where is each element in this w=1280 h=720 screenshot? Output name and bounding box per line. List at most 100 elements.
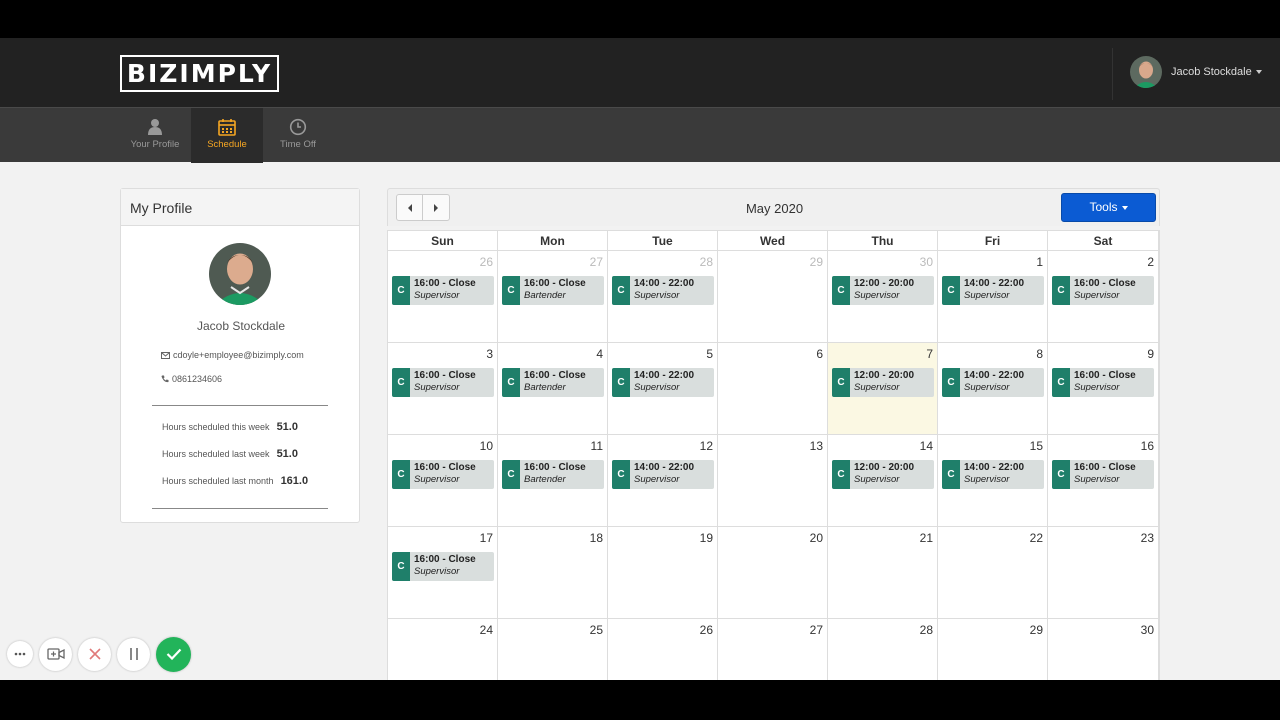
shift-block[interactable]: C 16:00 - Close Supervisor <box>392 460 494 489</box>
calendar-day-cell[interactable]: 19 <box>608 527 718 619</box>
shift-text: 16:00 - Close Supervisor <box>410 552 476 581</box>
shift-tag: C <box>392 368 410 397</box>
calendar-day-cell[interactable]: 2 C 16:00 - Close Supervisor <box>1048 251 1159 343</box>
calendar-day-cell[interactable]: 23 <box>1048 527 1159 619</box>
shift-block[interactable]: C 16:00 - Close Supervisor <box>392 368 494 397</box>
calendar-day-cell[interactable]: 17 C 16:00 - Close Supervisor <box>388 527 498 619</box>
shift-block[interactable]: C 14:00 - 22:00 Supervisor <box>942 276 1044 305</box>
calendar-day-cell[interactable]: 24 <box>388 619 498 680</box>
shift-block[interactable]: C 14:00 - 22:00 Supervisor <box>942 368 1044 397</box>
shift-time: 12:00 - 20:00 <box>854 462 915 473</box>
shift-text: 16:00 - Close Bartender <box>520 276 586 305</box>
shift-block[interactable]: C 16:00 - Close Supervisor <box>1052 368 1154 397</box>
shift-block[interactable]: C 14:00 - 22:00 Supervisor <box>942 460 1044 489</box>
calendar-day-cell[interactable]: 29 <box>938 619 1048 680</box>
day-number: 8 <box>1036 347 1043 361</box>
calendar-day-cell[interactable]: 22 <box>938 527 1048 619</box>
finish-button[interactable] <box>156 636 191 672</box>
calendar-day-cell[interactable]: 26 <box>608 619 718 680</box>
cancel-recording-button[interactable] <box>78 637 111 671</box>
weekday-header: Mon <box>498 231 608 251</box>
camera-button[interactable] <box>39 637 72 671</box>
calendar-day-cell[interactable]: 16 C 16:00 - Close Supervisor <box>1048 435 1159 527</box>
shift-tag: C <box>942 276 960 305</box>
calendar-day-cell[interactable]: 11 C 16:00 - Close Bartender <box>498 435 608 527</box>
calendar-day-cell[interactable]: 8 C 14:00 - 22:00 Supervisor <box>938 343 1048 435</box>
calendar-day-cell[interactable]: 15 C 14:00 - 22:00 Supervisor <box>938 435 1048 527</box>
calendar-toolbar: May 2020 Tools <box>387 188 1160 226</box>
more-icon <box>14 652 26 656</box>
day-number: 13 <box>809 439 823 453</box>
profile-name: Jacob Stockdale <box>196 319 286 333</box>
calendar-day-cell[interactable]: 29 <box>718 251 828 343</box>
calendar-day-cell[interactable]: 30 C 12:00 - 20:00 Supervisor <box>828 251 938 343</box>
calendar-day-cell[interactable]: 1 C 14:00 - 22:00 Supervisor <box>938 251 1048 343</box>
calendar-day-cell[interactable]: 9 C 16:00 - Close Supervisor <box>1048 343 1159 435</box>
bizimply-logo[interactable]: BIZIMPLY <box>120 55 279 92</box>
calendar-day-cell[interactable]: 20 <box>718 527 828 619</box>
user-menu[interactable]: Jacob Stockdale <box>1130 56 1262 88</box>
shift-time: 16:00 - Close <box>1074 370 1136 381</box>
day-number: 21 <box>919 531 933 545</box>
shift-role: Supervisor <box>634 290 680 301</box>
shift-block[interactable]: C 14:00 - 22:00 Supervisor <box>612 368 714 397</box>
day-number: 30 <box>1140 623 1154 637</box>
shift-time: 16:00 - Close <box>414 370 476 381</box>
calendar-day-cell[interactable]: 30 <box>1048 619 1159 680</box>
phone-icon <box>161 375 169 383</box>
calendar-day-cell[interactable]: 25 <box>498 619 608 680</box>
shift-block[interactable]: C 14:00 - 22:00 Supervisor <box>612 460 714 489</box>
calendar-day-cell[interactable]: 28 <box>828 619 938 680</box>
calendar-day-cell[interactable]: 5 C 14:00 - 22:00 Supervisor <box>608 343 718 435</box>
calendar-day-cell[interactable]: 3 C 16:00 - Close Supervisor <box>388 343 498 435</box>
calendar-day-cell[interactable]: 18 <box>498 527 608 619</box>
calendar-day-cell[interactable]: 10 C 16:00 - Close Supervisor <box>388 435 498 527</box>
shift-text: 16:00 - Close Bartender <box>520 368 586 397</box>
stat-last-week: Hours scheduled last week 51.0 <box>162 448 298 460</box>
day-number: 27 <box>589 255 603 269</box>
shift-block[interactable]: C 12:00 - 20:00 Supervisor <box>832 460 934 489</box>
calendar-day-cell[interactable]: 4 C 16:00 - Close Bartender <box>498 343 608 435</box>
calendar-day-cell[interactable]: 21 <box>828 527 938 619</box>
nav-schedule[interactable]: Schedule <box>191 108 263 163</box>
weekday-header: Sat <box>1048 231 1159 251</box>
shift-text: 14:00 - 22:00 Supervisor <box>630 276 694 305</box>
shift-block[interactable]: C 16:00 - Close Bartender <box>502 276 604 305</box>
stat-label: Hours scheduled last week <box>162 449 270 459</box>
shift-block[interactable]: C 16:00 - Close Supervisor <box>1052 460 1154 489</box>
calendar-day-cell[interactable]: 26 C 16:00 - Close Supervisor <box>388 251 498 343</box>
shift-tag: C <box>942 368 960 397</box>
shift-role: Supervisor <box>964 290 1010 301</box>
day-number: 7 <box>926 347 933 361</box>
shift-block[interactable]: C 12:00 - 20:00 Supervisor <box>832 276 934 305</box>
nav-your-profile[interactable]: Your Profile <box>119 108 191 163</box>
calendar-day-cell[interactable]: 27 C 16:00 - Close Bartender <box>498 251 608 343</box>
shift-text: 16:00 - Close Supervisor <box>1070 276 1136 305</box>
shift-block[interactable]: C 16:00 - Close Supervisor <box>1052 276 1154 305</box>
calendar-day-cell[interactable]: 12 C 14:00 - 22:00 Supervisor <box>608 435 718 527</box>
day-number: 28 <box>699 255 713 269</box>
recording-controls <box>7 636 191 672</box>
calendar-day-cell[interactable]: 27 <box>718 619 828 680</box>
calendar-day-cell[interactable]: 6 <box>718 343 828 435</box>
calendar-day-cell[interactable]: 13 <box>718 435 828 527</box>
tools-button[interactable]: Tools <box>1061 193 1156 222</box>
shift-block[interactable]: C 12:00 - 20:00 Supervisor <box>832 368 934 397</box>
calendar-day-cell[interactable]: 28 C 14:00 - 22:00 Supervisor <box>608 251 718 343</box>
check-icon <box>166 648 181 660</box>
shift-block[interactable]: C 16:00 - Close Supervisor <box>392 276 494 305</box>
shift-block[interactable]: C 14:00 - 22:00 Supervisor <box>612 276 714 305</box>
pause-button[interactable] <box>117 637 150 671</box>
shift-time: 16:00 - Close <box>1074 278 1136 289</box>
shift-block[interactable]: C 16:00 - Close Bartender <box>502 368 604 397</box>
day-number: 14 <box>919 439 933 453</box>
calendar-day-cell[interactable]: 7 C 12:00 - 20:00 Supervisor <box>828 343 938 435</box>
shift-block[interactable]: C 16:00 - Close Supervisor <box>392 552 494 581</box>
day-number: 3 <box>486 347 493 361</box>
calendar-day-cell[interactable]: 14 C 12:00 - 20:00 Supervisor <box>828 435 938 527</box>
nav-time-off[interactable]: Time Off <box>262 108 334 163</box>
more-options-button[interactable] <box>7 641 33 667</box>
nav-label: Your Profile <box>130 139 180 150</box>
shift-block[interactable]: C 16:00 - Close Bartender <box>502 460 604 489</box>
shift-time: 16:00 - Close <box>524 278 586 289</box>
